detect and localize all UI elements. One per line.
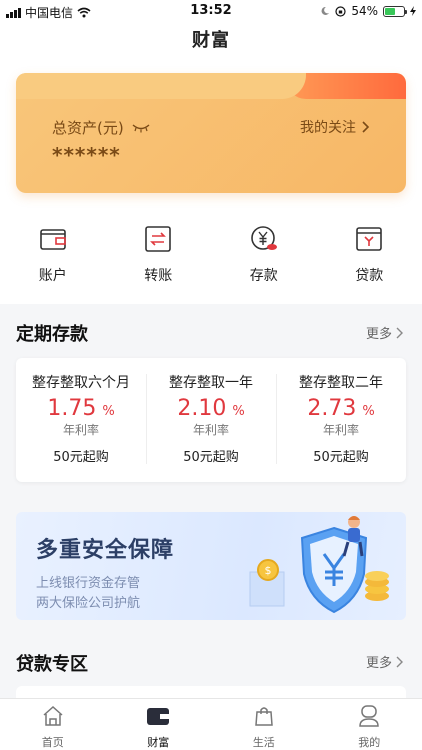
quick-action-label: 贷款 — [355, 268, 384, 284]
battery-icon — [383, 5, 407, 17]
wealth-wallet-icon — [147, 708, 170, 725]
quick-action-label: 存款 — [249, 268, 278, 284]
status-bar: 中国电信 13:52 54% — [0, 0, 422, 22]
more-label: 更多 — [365, 656, 392, 671]
wallet-icon — [39, 229, 66, 250]
banner-title: 多重安全保障 — [36, 538, 175, 563]
deposit-rate-label: 年利率 — [62, 423, 99, 437]
banner-line-1: 上线银行资金存管 — [36, 576, 141, 591]
tab-bar: 首页 财富 生活 我的 — [0, 698, 422, 750]
nav-bar: 财富 — [0, 22, 422, 64]
card-tab-cover — [16, 73, 306, 99]
deposit-rate-value: 2.10 — [177, 396, 227, 421]
quick-action-transfer[interactable]: 转账 — [106, 225, 212, 285]
coin-stack-illustration — [365, 571, 389, 601]
tab-label: 我的 — [358, 736, 381, 749]
deposit-product-1y[interactable]: 整存整取一年 2.10% 年利率 50元起购 — [146, 358, 276, 482]
status-right: 54% — [320, 4, 416, 18]
quick-actions: 账户 转账 存款 贷款 — [0, 225, 422, 285]
total-assets-value: ****** — [52, 143, 121, 167]
loan-section-title: 贷款专区 — [16, 654, 88, 675]
deposit-product-6m[interactable]: 整存整取六个月 1.75% 年利率 50元起购 — [16, 358, 146, 482]
profile-icon — [359, 705, 380, 727]
deposit-yen-icon — [250, 226, 277, 250]
deposit-rate: 2.73% — [276, 396, 406, 421]
rate-percent-sign: % — [232, 404, 245, 419]
deposit-rate: 2.10% — [146, 396, 276, 421]
security-banner[interactable]: 多重安全保障 上线银行资金存管 两大保险公司护航 $ — [16, 512, 406, 620]
chevron-right-icon — [396, 327, 403, 338]
deposit-product-name: 整存整取二年 — [299, 375, 383, 391]
deposit-rate-label: 年利率 — [192, 423, 229, 437]
tab-label: 生活 — [252, 736, 275, 749]
deposit-min-amount: 50元起购 — [313, 450, 369, 465]
total-assets-label: 总资产(元) — [52, 119, 124, 137]
total-assets-card[interactable]: 总资产(元) ****** 我的关注 — [16, 73, 406, 193]
banner-line-2: 两大保险公司护航 — [36, 596, 141, 611]
tab-label: 财富 — [147, 736, 170, 749]
deposit-rate: 1.75% — [16, 396, 146, 421]
transfer-icon — [145, 226, 172, 252]
moon-icon — [321, 6, 330, 15]
deposit-min-amount: 50元起购 — [53, 450, 109, 465]
chevron-right-icon — [396, 656, 403, 667]
quick-action-label: 账户 — [38, 268, 67, 284]
quick-action-loan[interactable]: 贷款 — [317, 225, 422, 285]
rate-percent-sign: % — [102, 404, 115, 419]
chevron-right-icon — [362, 121, 370, 133]
my-follow-link[interactable]: 我的关注 — [300, 117, 370, 137]
deposit-rate-label: 年利率 — [322, 423, 359, 437]
tab-home[interactable]: 首页 — [0, 699, 106, 750]
tab-life[interactable]: 生活 — [211, 699, 317, 750]
tab-profile[interactable]: 我的 — [317, 699, 422, 750]
fixed-deposit-card: 整存整取六个月 1.75% 年利率 50元起购 整存整取一年 2.10% 年利率… — [16, 358, 406, 482]
deposit-product-name: 整存整取一年 — [169, 375, 253, 391]
coin-box-illustration: $ — [249, 559, 285, 607]
total-assets-label-row: 总资产(元) — [52, 117, 150, 138]
fixed-deposit-more-link[interactable]: 更多 — [366, 323, 404, 342]
my-follow-label: 我的关注 — [300, 120, 356, 136]
person-illustration — [342, 516, 364, 557]
loan-more-link[interactable]: 更多 — [366, 652, 404, 671]
eye-closed-icon[interactable] — [132, 123, 150, 133]
more-label: 更多 — [365, 327, 392, 342]
deposit-min-amount: 50元起购 — [183, 450, 239, 465]
tab-label: 首页 — [41, 736, 64, 749]
tab-wealth[interactable]: 财富 — [106, 699, 212, 750]
deposit-product-name: 整存整取六个月 — [32, 375, 130, 391]
fixed-deposit-title: 定期存款 — [16, 324, 88, 345]
quick-action-label: 转账 — [144, 268, 173, 284]
loan-icon — [356, 227, 383, 251]
svg-text:$: $ — [265, 564, 272, 577]
rate-percent-sign: % — [362, 404, 375, 419]
deposit-product-2y[interactable]: 整存整取二年 2.73% 年利率 50元起购 — [276, 358, 406, 482]
orientation-lock-icon — [335, 5, 346, 17]
quick-action-deposit[interactable]: 存款 — [211, 225, 317, 285]
charging-icon — [410, 6, 416, 16]
deposit-rate-value: 2.73 — [307, 396, 357, 421]
quick-action-account[interactable]: 账户 — [0, 225, 106, 285]
page-title: 财富 — [192, 30, 230, 51]
home-icon — [43, 705, 63, 726]
battery-percent: 54% — [351, 4, 378, 18]
shopping-bag-icon — [254, 707, 273, 726]
deposit-rate-value: 1.75 — [47, 396, 97, 421]
